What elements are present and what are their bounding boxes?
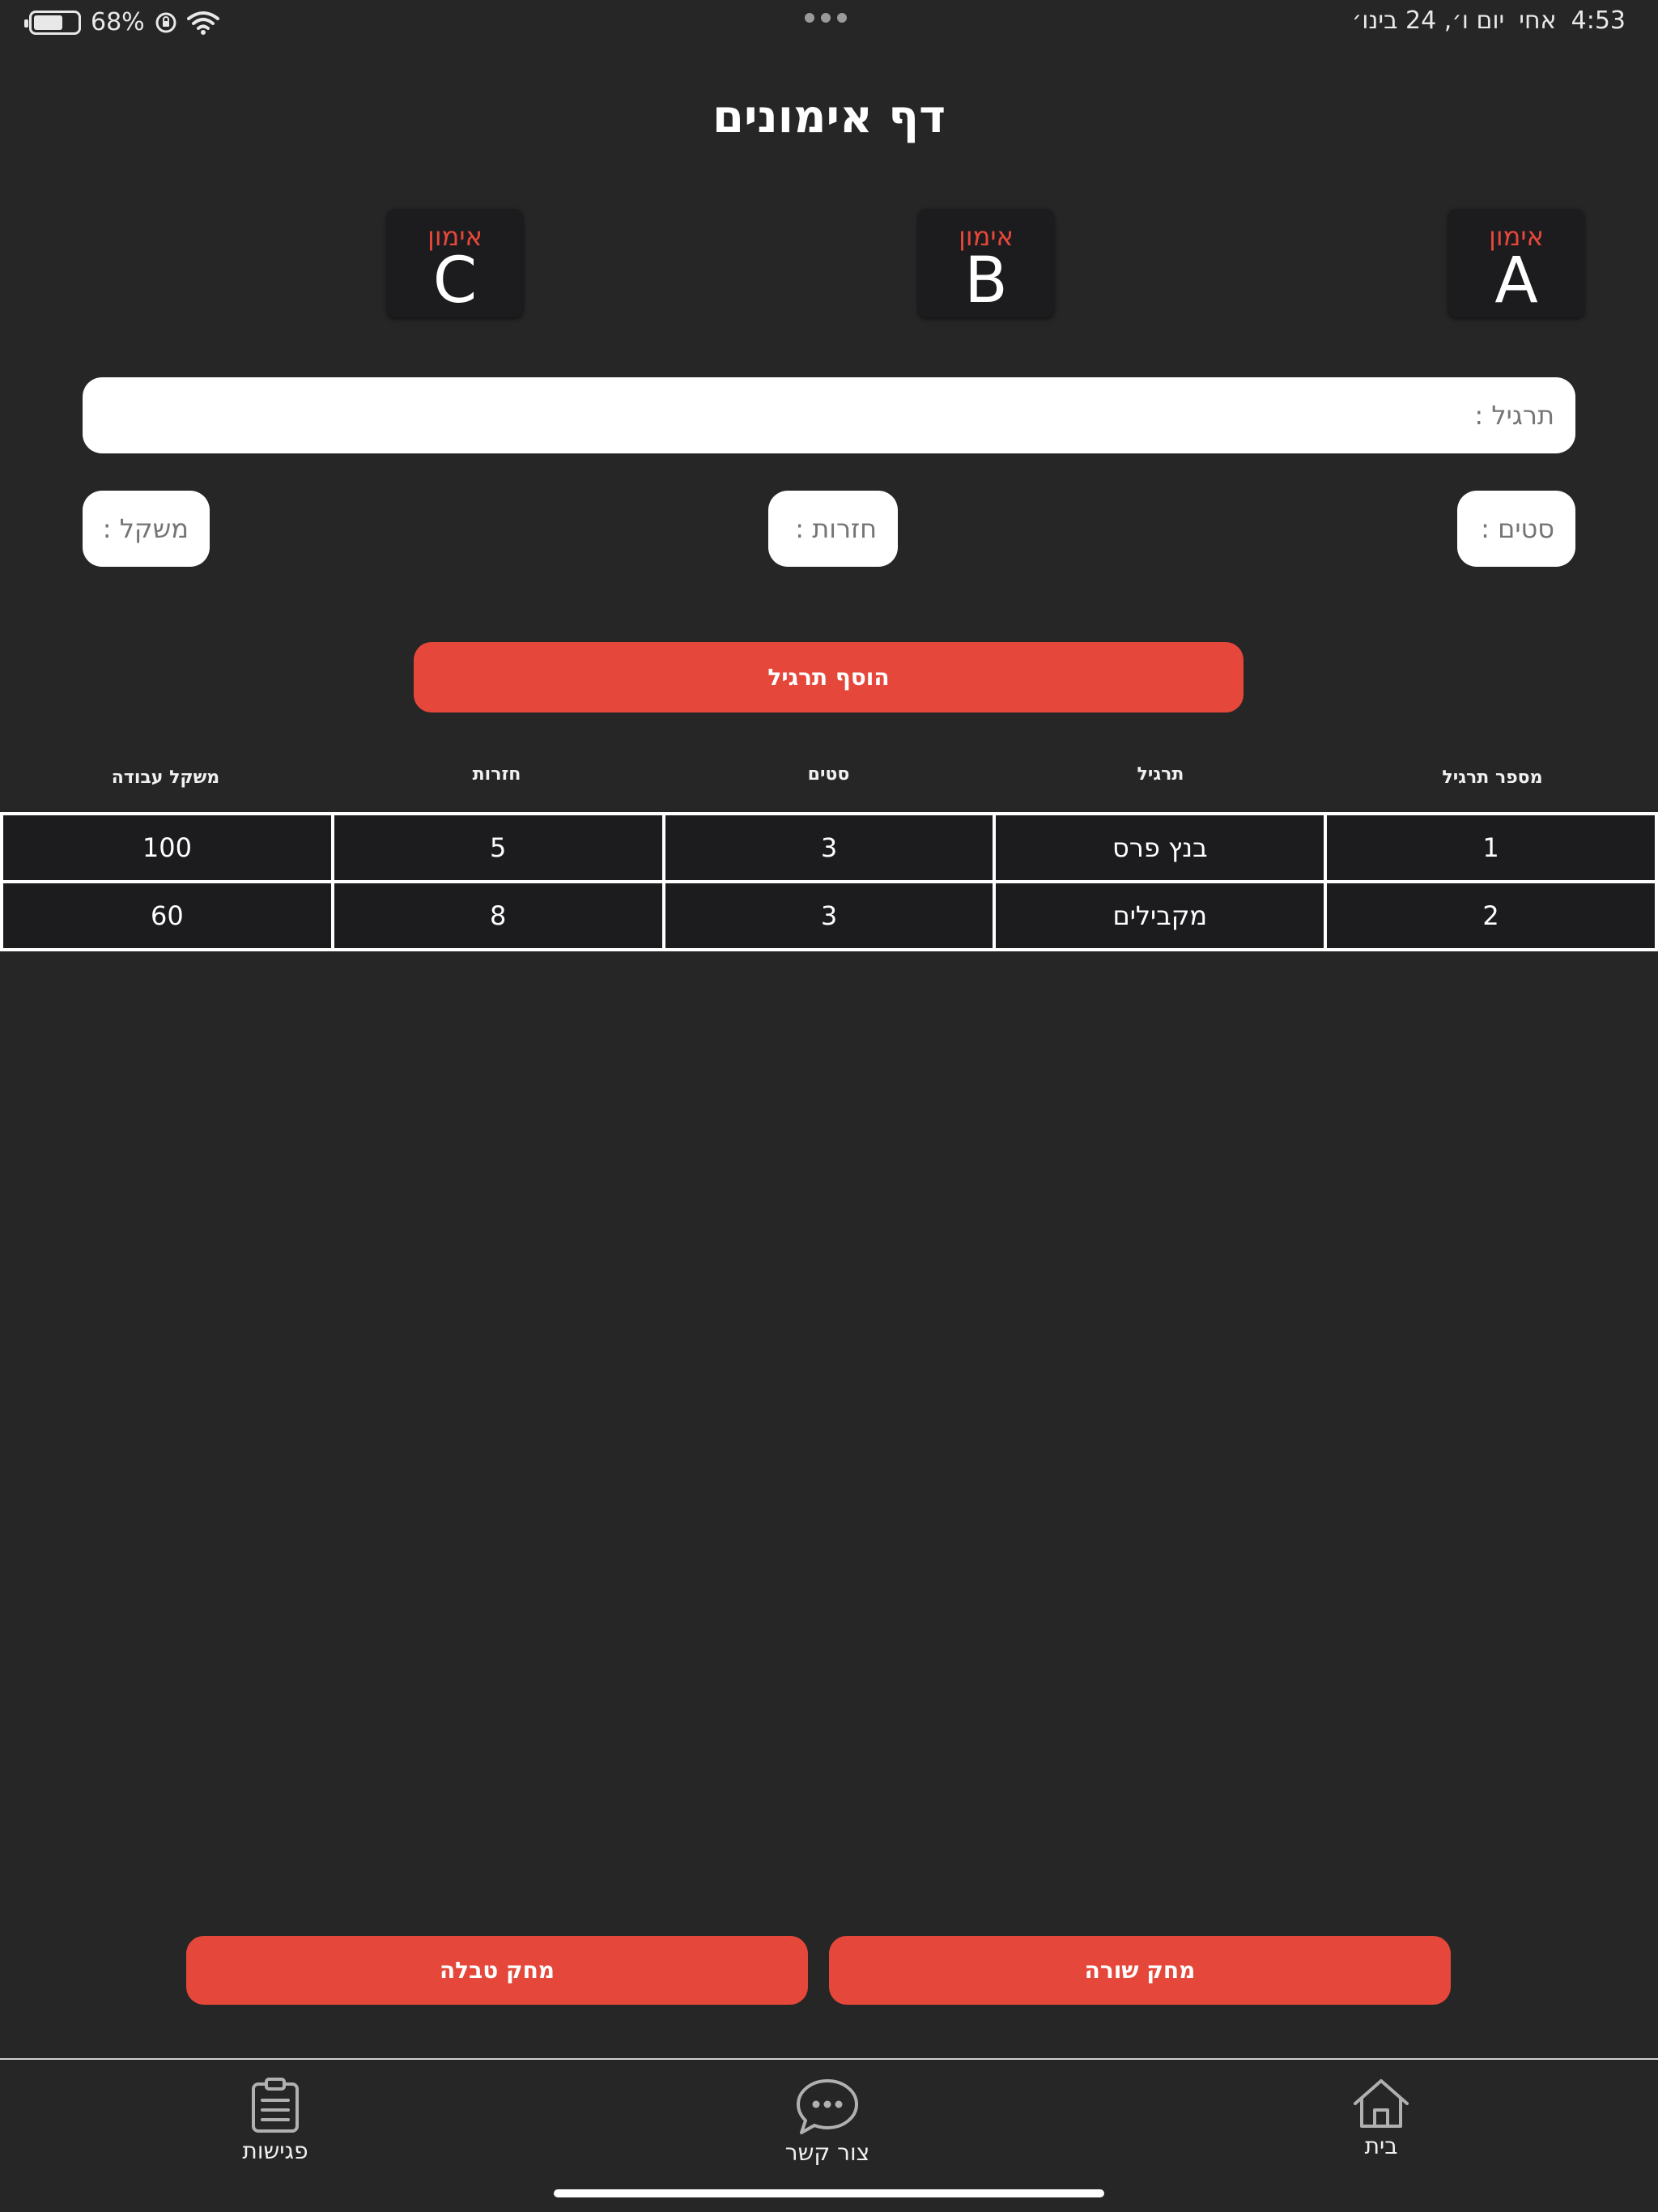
sets-field-wrapper	[1457, 491, 1575, 567]
workout-card-letter: A	[1494, 245, 1538, 317]
table-row[interactable]: 60 8 3 מקבילים 2	[0, 880, 1658, 951]
exercise-input[interactable]	[104, 400, 1554, 431]
cell-sets: 3	[661, 812, 997, 883]
dot-icon	[805, 13, 814, 23]
add-exercise-button[interactable]: הוסף תרגיל	[414, 642, 1244, 713]
tab-contact[interactable]: צור קשר	[746, 2078, 908, 2166]
workout-card-b[interactable]: אימון B	[918, 209, 1054, 317]
wifi-icon	[186, 11, 219, 35]
status-bar: 68% 4:53 אחי יום ו׳, 24 בינו׳	[0, 0, 1658, 45]
home-icon	[1354, 2079, 1409, 2128]
weight-input[interactable]	[104, 513, 189, 544]
cell-number: 2	[1324, 880, 1658, 951]
column-header-number: מספר תרגיל	[1442, 768, 1543, 788]
clipboard-icon	[252, 2078, 299, 2133]
status-date: יום ו׳, 24 בינו׳	[1351, 6, 1505, 35]
tab-home[interactable]: בית	[1300, 2078, 1462, 2159]
column-header-reps: חזרות	[472, 764, 521, 785]
status-day: אחי	[1519, 6, 1557, 35]
dot-icon	[821, 13, 831, 23]
home-indicator[interactable]	[554, 2189, 1104, 2197]
tab-home-label: בית	[1364, 2133, 1398, 2159]
tab-contact-label: צור קשר	[784, 2139, 870, 2166]
cell-reps: 8	[330, 880, 665, 951]
column-header-weight: משקל עבודה	[111, 768, 220, 788]
cell-exercise: בנץ פרס	[993, 812, 1328, 883]
sets-input[interactable]	[1478, 513, 1554, 544]
weight-field-wrapper	[83, 491, 210, 567]
battery-icon	[24, 10, 81, 35]
workout-card-a[interactable]: אימון A	[1448, 209, 1584, 317]
tab-meetings[interactable]: פגישות	[194, 2078, 356, 2164]
reps-field-wrapper	[768, 491, 898, 567]
battery-percent: 68%	[91, 8, 145, 36]
workout-card-letter: B	[964, 245, 1008, 317]
cell-weight: 100	[0, 812, 334, 883]
chat-bubble-icon	[797, 2079, 858, 2134]
dot-icon	[837, 13, 847, 23]
cell-weight: 60	[0, 880, 334, 951]
orientation-lock-icon	[155, 12, 176, 32]
status-time: 4:53	[1571, 6, 1626, 35]
delete-row-button[interactable]: מחק שורה	[829, 1936, 1451, 2005]
exercise-field-wrapper	[83, 377, 1575, 453]
cell-exercise: מקבילים	[993, 880, 1328, 951]
column-header-exercise: תרגיל	[1137, 764, 1184, 785]
page-title: דף אימונים	[712, 91, 946, 143]
status-left: 68%	[24, 8, 219, 36]
workout-card-c[interactable]: אימון C	[387, 209, 523, 317]
delete-table-button[interactable]: מחק טבלה	[186, 1936, 808, 2005]
battery-fill	[34, 15, 62, 30]
cell-number: 1	[1324, 812, 1658, 883]
status-right: 4:53 אחי יום ו׳, 24 בינו׳	[1352, 6, 1626, 35]
tab-meetings-label: פגישות	[242, 2138, 308, 2164]
column-header-sets: סטים	[807, 764, 850, 785]
multitasking-dots[interactable]	[805, 13, 847, 23]
exercise-table: 100 5 3 בנץ פרס 1 60 8 3 מקבילים 2	[0, 812, 1658, 951]
cell-reps: 5	[330, 812, 665, 883]
cell-sets: 3	[661, 880, 997, 951]
workout-card-letter: C	[432, 245, 478, 317]
table-row[interactable]: 100 5 3 בנץ פרס 1	[0, 812, 1658, 883]
reps-input[interactable]	[789, 513, 877, 544]
